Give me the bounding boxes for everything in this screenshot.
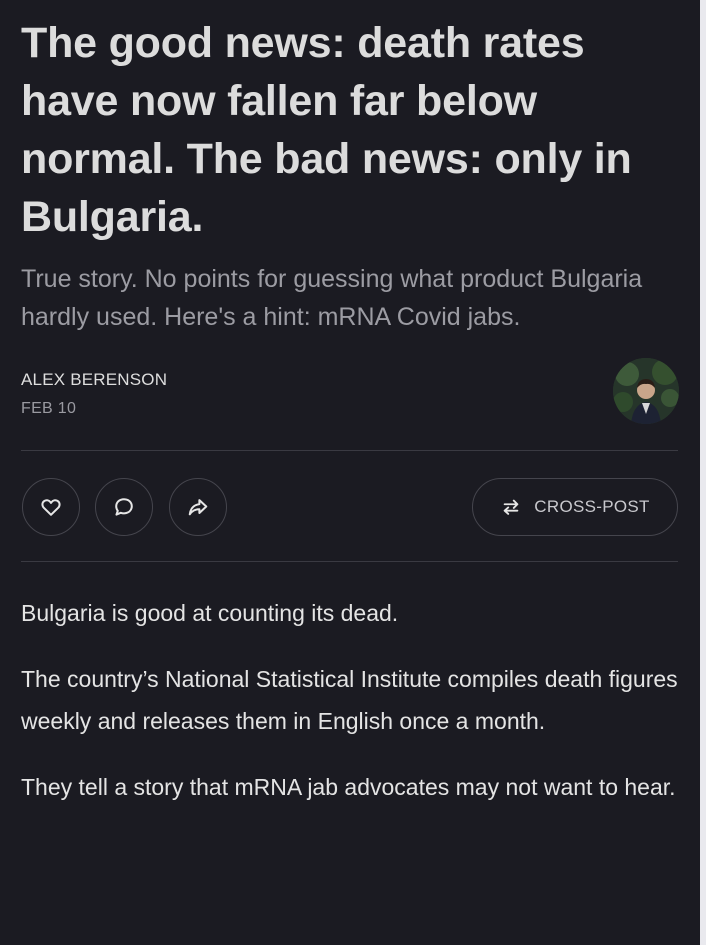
cross-post-button[interactable]: CROSS-POST	[472, 478, 678, 536]
comment-button[interactable]	[95, 478, 153, 536]
post-date: FEB 10	[21, 400, 77, 417]
comment-icon	[115, 498, 133, 516]
author-name[interactable]: ALEX BERENSON	[21, 370, 167, 390]
window-edge	[700, 0, 706, 945]
post-subtitle: True story. No points for guessing what …	[21, 265, 643, 331]
post-actions: CROSS-POST	[21, 451, 681, 561]
avatar-photo	[613, 358, 679, 424]
body-paragraph: The country’s National Statistical Insti…	[21, 666, 678, 734]
share-button[interactable]	[169, 478, 227, 536]
byline: ALEX BERENSON FEB 10	[21, 358, 681, 428]
body-paragraph: Bulgaria is good at counting its dead.	[21, 600, 399, 626]
body-paragraph: They tell a story that mRNA jab advocate…	[21, 774, 676, 800]
divider-bottom	[21, 561, 678, 562]
post-title: The good news: death rates have now fall…	[21, 19, 632, 241]
article: The good news: death rates have now fall…	[21, 14, 681, 832]
like-button[interactable]	[22, 478, 80, 536]
heart-icon	[41, 499, 61, 516]
post-body: Bulgaria is good at counting its dead. T…	[21, 592, 681, 808]
swap-arrows-icon	[503, 499, 519, 515]
avatar[interactable]	[613, 358, 679, 424]
cross-post-label: CROSS-POST	[534, 497, 650, 516]
share-icon	[188, 499, 208, 516]
